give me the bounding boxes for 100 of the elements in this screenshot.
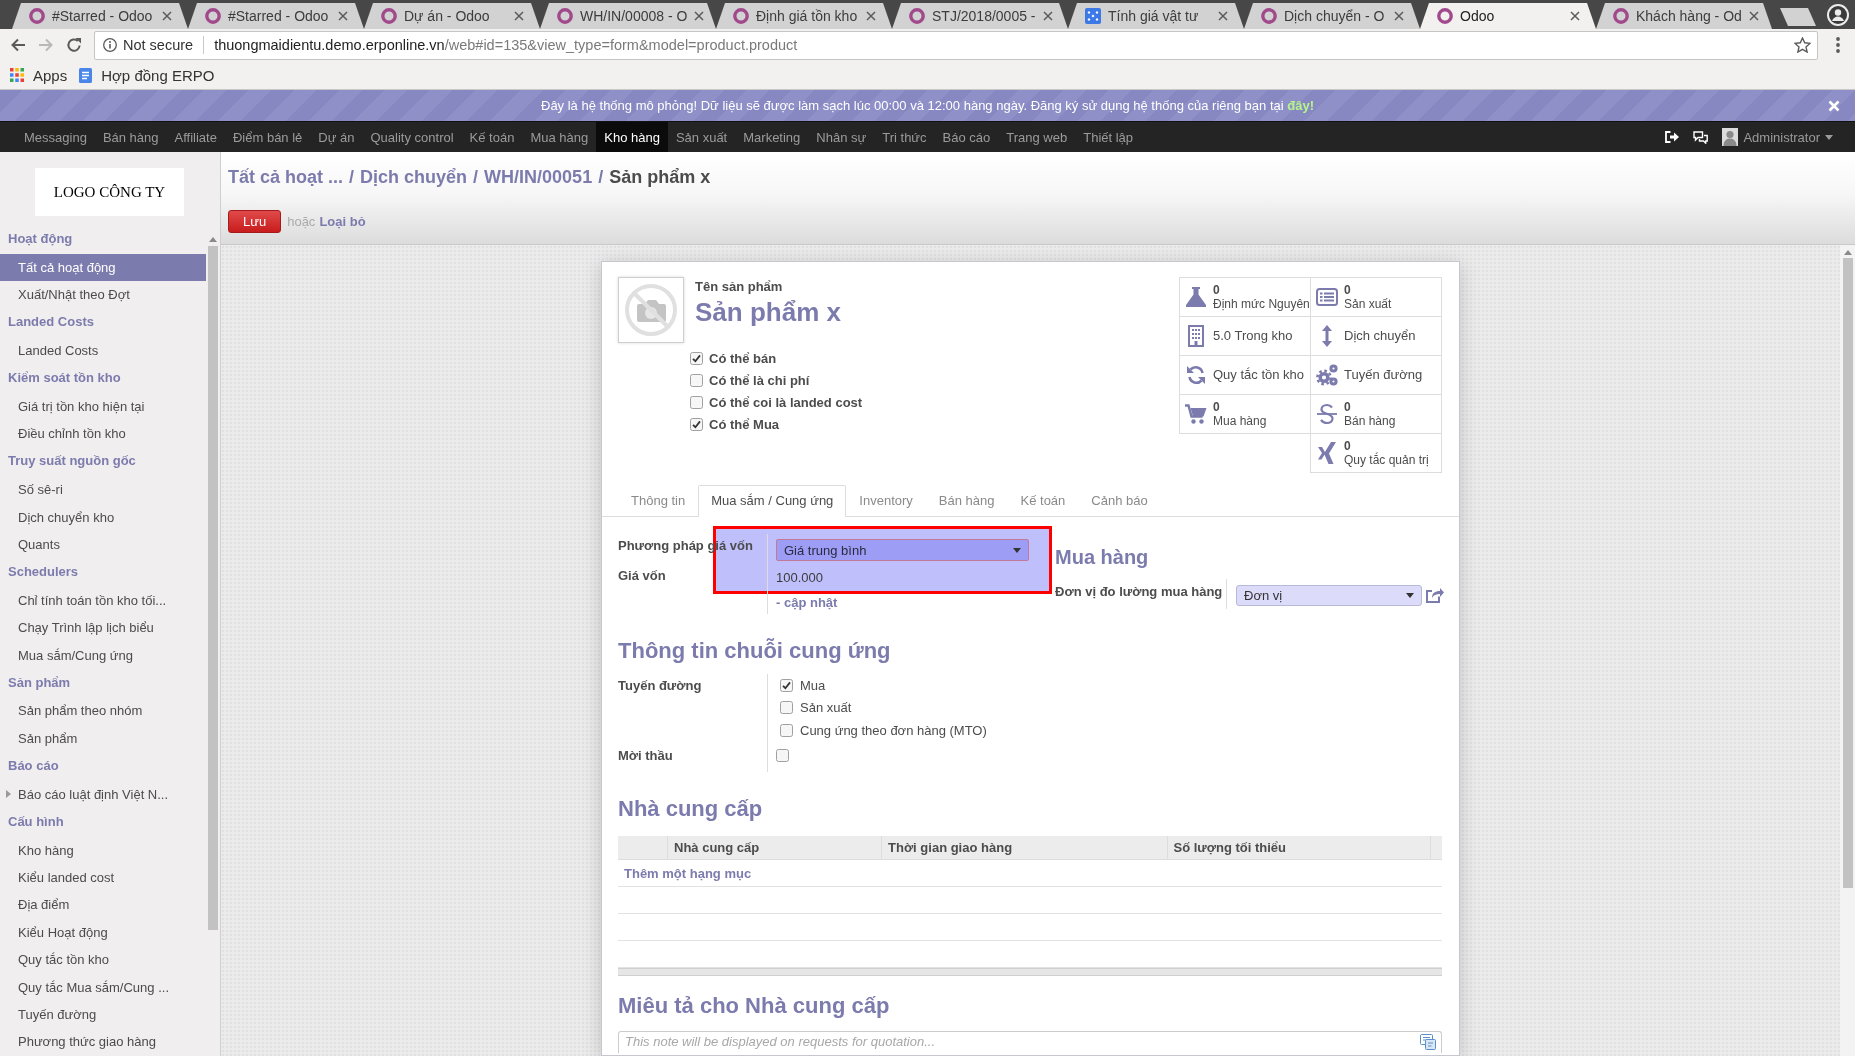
browser-tab[interactable]: #Starred - Odoo xyxy=(12,3,188,29)
caret-icon[interactable] xyxy=(209,237,217,242)
scrollbar-thumb[interactable] xyxy=(1842,258,1853,888)
menu-item[interactable]: Báo cáo xyxy=(934,122,999,152)
sidebar-item[interactable]: Giá trị tồn kho hiện tại xyxy=(0,392,206,421)
browser-tab[interactable]: STJ/2018/0005 - xyxy=(892,3,1068,29)
sidebar-item[interactable]: Dịch chuyển kho xyxy=(0,503,206,531)
sidebar-item[interactable]: Kho hàng xyxy=(0,836,206,864)
form-tab[interactable]: Bán hàng xyxy=(925,485,1008,517)
menu-item[interactable]: Mua hàng xyxy=(522,122,597,152)
sidebar-item[interactable]: Số sê-ri xyxy=(0,475,206,504)
close-icon[interactable] xyxy=(1748,11,1759,21)
sidebar-item[interactable]: Quants xyxy=(0,530,206,559)
smart-button[interactable]: 0 Mua hàng xyxy=(1179,394,1311,434)
close-icon[interactable] xyxy=(1218,11,1228,21)
close-icon[interactable] xyxy=(514,11,524,21)
browser-tab[interactable]: Định giá tồn kho xyxy=(716,3,892,29)
caret-icon[interactable] xyxy=(6,790,11,799)
sidebar-item[interactable]: Kiểu landed cost xyxy=(0,863,206,892)
note-field[interactable]: This note will be displayed on requests for quotation... xyxy=(618,1031,1442,1053)
checkbox[interactable] xyxy=(780,678,793,692)
menu-icon[interactable] xyxy=(1836,37,1840,53)
bookmark[interactable]: Hợp đồng ERPO xyxy=(79,66,215,84)
menu-item[interactable]: Affiliate xyxy=(166,122,225,152)
sidebar-item[interactable]: Chỉ tính toán tồn kho tối... xyxy=(0,586,206,614)
address-bar[interactable]: Not secure thuongmaidientu.demo.erponline.vn/web#id=135&view_type=form&model=product.product xyxy=(94,30,1818,60)
checkbox[interactable] xyxy=(690,373,703,387)
caret-icon[interactable] xyxy=(1843,250,1852,255)
smart-button[interactable]: 0 Định mức Nguyên xyxy=(1179,277,1311,317)
browser-tab[interactable]: Dự án - Odoo xyxy=(364,3,540,29)
star-icon[interactable] xyxy=(1794,37,1811,53)
sidebar-item[interactable]: Tất cả hoạt động xyxy=(0,253,206,281)
menu-item[interactable]: Kế toán xyxy=(461,122,523,152)
menu-item[interactable]: Nhân sự xyxy=(808,122,875,152)
close-icon[interactable] xyxy=(1394,11,1404,21)
close-icon[interactable] xyxy=(694,11,705,21)
reload-icon[interactable] xyxy=(66,37,82,53)
checkbox[interactable] xyxy=(690,395,703,409)
close-icon[interactable] xyxy=(866,11,876,21)
sidebar-item[interactable]: Landed Costs xyxy=(0,336,206,365)
save-button[interactable]: Lưu xyxy=(228,210,282,233)
browser-tab[interactable]: Tính giá vật tư xyxy=(1068,3,1244,29)
sidebar-item[interactable]: Báo cáo luật định Việt N... xyxy=(0,780,206,808)
checkbox[interactable] xyxy=(780,701,793,715)
smart-button[interactable]: 0 Quy tắc quản trị xyxy=(1310,433,1442,473)
sidebar-item[interactable]: Địa điểm xyxy=(0,891,206,919)
menu-item[interactable]: Trang web xyxy=(998,122,1076,152)
sidebar-item[interactable]: Xuất/Nhật theo Đợt xyxy=(0,280,206,309)
external-link-icon[interactable] xyxy=(1426,587,1444,603)
user-menu[interactable]: Administrator xyxy=(1722,128,1833,146)
menu-item[interactable]: Kho hàng xyxy=(596,122,668,152)
close-icon[interactable] xyxy=(338,11,348,21)
menu-item[interactable]: Thiết lập xyxy=(1075,122,1142,152)
close-icon[interactable] xyxy=(162,11,172,21)
menu-item[interactable]: Quality control xyxy=(362,122,462,152)
menu-item[interactable]: Marketing xyxy=(735,122,809,152)
sidebar-item[interactable]: Phương thức giao hàng xyxy=(0,1028,206,1056)
update-link[interactable]: - cập nhật xyxy=(776,595,1053,611)
menu-item[interactable]: Điểm bán lẻ xyxy=(224,122,311,152)
checkbox[interactable] xyxy=(690,417,703,431)
sidebar-item[interactable]: Quy tắc tồn kho xyxy=(0,946,206,974)
close-icon[interactable] xyxy=(1042,11,1053,21)
checkbox[interactable] xyxy=(690,351,703,365)
form-tab[interactable]: Kế toán xyxy=(1007,485,1079,517)
close-icon[interactable] xyxy=(1570,11,1580,21)
scrollbar-thumb[interactable] xyxy=(208,246,218,930)
logout-icon[interactable] xyxy=(1665,131,1680,143)
select-field[interactable]: Đơn vị xyxy=(1236,585,1422,606)
menu-item[interactable]: Bán hàng xyxy=(94,122,167,152)
menu-item[interactable]: Sản xuất xyxy=(667,122,736,152)
breadcrumb-link[interactable]: Tất cả hoạt ... xyxy=(228,166,344,188)
checkbox[interactable] xyxy=(776,748,789,762)
form-tab[interactable]: Mua sắm / Cung ứng xyxy=(698,485,847,517)
breadcrumb-link[interactable]: Dịch chuyển xyxy=(360,166,468,188)
checkbox[interactable] xyxy=(780,723,793,737)
sidebar-item[interactable]: Sản phẩm xyxy=(0,724,206,753)
info-icon[interactable] xyxy=(103,38,117,52)
browser-tab[interactable]: Dịch chuyển - O xyxy=(1244,3,1420,29)
browser-tab[interactable]: WH/IN/00008 - O xyxy=(540,3,716,29)
select-field[interactable]: Giá trung bình xyxy=(776,539,1029,561)
back-icon[interactable] xyxy=(10,37,26,53)
sidebar-item[interactable]: Mua sắm/Cung ứng xyxy=(0,641,206,669)
translate-icon[interactable] xyxy=(1420,1034,1436,1050)
chat-icon[interactable] xyxy=(1693,130,1709,144)
new-tab-button[interactable] xyxy=(1780,8,1816,26)
sidebar-item[interactable]: Chạy Trình lập lịch biểu xyxy=(0,614,206,642)
sidebar-item[interactable]: Quy tắc Mua sắm/Cung ... xyxy=(0,973,206,1001)
sidebar-item[interactable]: Điều chỉnh tồn kho xyxy=(0,420,206,448)
smart-button[interactable]: 0 Sản xuất xyxy=(1310,277,1442,317)
sidebar-item[interactable]: Tuyến đường xyxy=(0,1000,206,1029)
browser-tab[interactable]: Khách hàng - Od xyxy=(1596,3,1772,29)
profile-icon[interactable] xyxy=(1827,4,1849,26)
bookmark[interactable]: Apps xyxy=(10,66,68,84)
menu-item[interactable]: Dự án xyxy=(310,122,363,152)
add-item-link[interactable]: Thêm một hạng mục xyxy=(624,865,752,881)
browser-tab[interactable]: Odoo xyxy=(1420,3,1596,29)
browser-tab[interactable]: #Starred - Odoo xyxy=(188,3,364,29)
menu-item[interactable]: Messaging xyxy=(16,122,95,152)
sidebar-item[interactable]: Sản phẩm theo nhóm xyxy=(0,697,206,725)
sidebar-item[interactable]: Kiểu Hoạt động xyxy=(0,918,206,947)
